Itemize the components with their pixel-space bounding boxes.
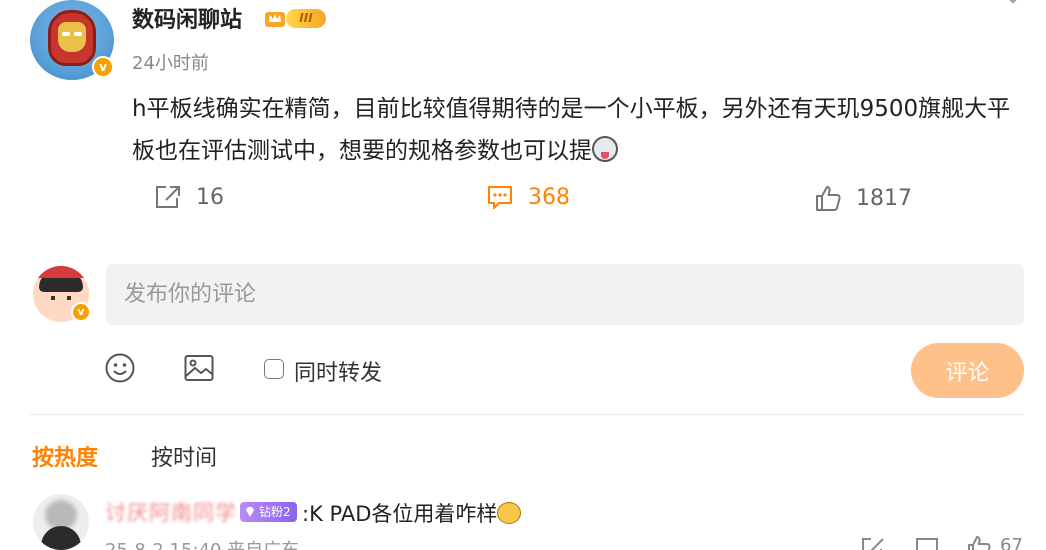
comment-button[interactable]: 368 [486,184,570,210]
vip-level-badge[interactable]: III [286,9,326,28]
fan-level-badge[interactable]: 钻粉2 [240,502,297,522]
thumbs-up-icon [816,186,841,211]
comment-like-count: 67 [1000,535,1023,550]
like-count: 1817 [856,185,912,211]
fan-badge-label: 钻粉2 [259,505,291,519]
crown-icon [265,12,285,27]
emoji-icon[interactable] [104,352,136,384]
tab-sort-time[interactable]: 按时间 [151,440,217,472]
comment-meta: 25-8-2 15:40 来自广东 [105,536,299,550]
post-content: h平板线确实在精简，目前比较值得期待的是一个小平板，另外还有天玑9500旗舰大平… [132,88,1032,172]
comment-text-body: :K PAD各位用着咋样 [302,502,498,526]
image-icon[interactable] [183,352,215,384]
repost-count: 16 [196,184,224,210]
repost-checkbox[interactable] [264,359,284,379]
comment-share-icon[interactable] [860,537,886,550]
verified-badge-icon: v [92,56,114,78]
comment-like-icon[interactable] [966,535,992,550]
share-icon [156,186,180,208]
comment-reply-icon[interactable] [914,537,940,550]
verified-badge-icon: v [71,302,91,322]
repost-button[interactable]: 16 [154,184,224,210]
comment-input[interactable] [106,264,1024,325]
submit-comment-button[interactable]: 评论 [911,343,1024,398]
commenter-name[interactable]: 讨厌阿南同学 [105,497,237,527]
grimace-emoji-icon [592,136,618,162]
post-time[interactable]: 24小时前 [132,49,209,75]
author-name[interactable]: 数码闲聊站 [132,2,242,34]
divider [30,414,1024,415]
comment-icon [488,186,512,209]
diamond-icon [246,507,254,517]
like-button[interactable]: 1817 [814,184,912,212]
chevron-down-icon[interactable] [1000,0,1026,10]
post-text: h平板线确实在精简，目前比较值得期待的是一个小平板，另外还有天玑9500旗舰大平… [132,96,1011,164]
comment-text: :K PAD各位用着咋样 [302,498,522,528]
tab-sort-hot[interactable]: 按热度 [32,440,98,472]
cat-emoji-icon [497,502,522,524]
comment-count: 368 [528,184,570,210]
commenter-avatar[interactable] [33,494,89,550]
repost-label[interactable]: 同时转发 [294,355,382,387]
